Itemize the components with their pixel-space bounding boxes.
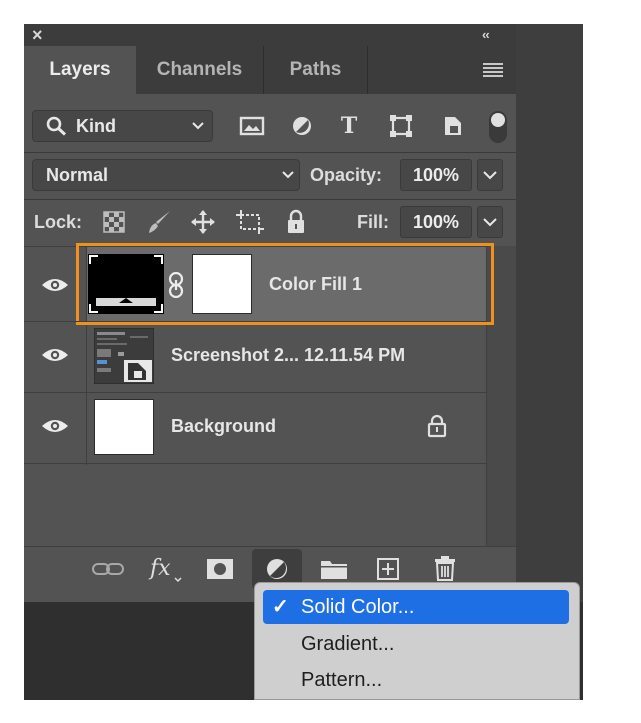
link-layers-icon[interactable] bbox=[92, 560, 124, 578]
divider bbox=[24, 321, 486, 322]
search-icon bbox=[46, 116, 68, 136]
layer-name[interactable]: Screenshot 2... 12.11.54 PM bbox=[171, 340, 405, 370]
chevron-down-icon bbox=[190, 118, 206, 134]
divider bbox=[24, 392, 486, 393]
highlight-outline bbox=[76, 243, 494, 325]
add-layer-style-button[interactable]: fx bbox=[150, 552, 171, 586]
fill-dropdown-button[interactable] bbox=[477, 206, 503, 238]
menu-item-gradient[interactable]: Gradient... bbox=[301, 627, 394, 661]
workspace-background-bottom bbox=[24, 602, 254, 700]
collapse-panel-button[interactable]: ‹‹ bbox=[482, 24, 506, 46]
layer-name[interactable]: Background bbox=[171, 411, 276, 441]
new-layer-icon[interactable] bbox=[376, 557, 400, 581]
opacity-dropdown-button[interactable] bbox=[477, 159, 503, 191]
shape-filter-icon[interactable] bbox=[388, 114, 414, 138]
smart-object-filter-icon[interactable] bbox=[440, 114, 466, 138]
eye-icon[interactable] bbox=[40, 417, 70, 435]
panel-menu-icon[interactable] bbox=[482, 62, 504, 78]
eye-icon[interactable] bbox=[40, 346, 70, 364]
panel-header-strip bbox=[24, 24, 516, 46]
checkmark-icon: ✓ bbox=[272, 596, 289, 618]
lock-icon bbox=[426, 414, 448, 438]
lock-label: Lock: bbox=[34, 212, 83, 232]
divider bbox=[24, 152, 516, 153]
smart-object-thumbnail[interactable] bbox=[94, 328, 154, 384]
filter-toggle-icon[interactable] bbox=[488, 110, 508, 144]
add-mask-icon[interactable] bbox=[206, 558, 234, 580]
divider bbox=[24, 199, 516, 200]
close-panel-button[interactable]: × bbox=[32, 24, 48, 46]
lock-all-icon[interactable] bbox=[284, 209, 308, 235]
lock-transparent-pixels-icon[interactable] bbox=[103, 211, 125, 233]
tab-layers[interactable]: Layers bbox=[24, 46, 136, 94]
fx-caret-icon bbox=[174, 576, 182, 584]
lock-image-pixels-icon[interactable] bbox=[146, 209, 172, 235]
trash-icon[interactable] bbox=[433, 555, 457, 581]
menu-item-pattern[interactable]: Pattern... bbox=[301, 663, 382, 697]
lock-position-icon[interactable] bbox=[190, 209, 216, 235]
image-filter-icon[interactable] bbox=[238, 114, 266, 138]
blend-mode-value: Normal bbox=[46, 165, 109, 185]
menu-item-label: Solid Color... bbox=[301, 596, 415, 618]
divider bbox=[24, 463, 486, 464]
background-thumbnail[interactable] bbox=[94, 399, 154, 455]
lock-artboard-icon[interactable] bbox=[236, 209, 264, 235]
adjustment-filter-icon[interactable] bbox=[289, 114, 315, 138]
opacity-label: Opacity: bbox=[310, 165, 383, 185]
folder-icon[interactable] bbox=[320, 558, 348, 580]
type-filter-icon[interactable]: T bbox=[336, 110, 362, 142]
opacity-input[interactable]: 100% bbox=[400, 159, 472, 191]
tab-paths[interactable]: Paths bbox=[264, 46, 368, 94]
fill-input[interactable]: 100% bbox=[400, 206, 472, 238]
kind-filter-label: Kind bbox=[76, 116, 116, 136]
eye-icon[interactable] bbox=[40, 276, 70, 294]
tab-channels[interactable]: Channels bbox=[136, 46, 264, 94]
chevron-down-icon bbox=[280, 167, 296, 183]
fill-label: Fill: bbox=[357, 212, 389, 232]
